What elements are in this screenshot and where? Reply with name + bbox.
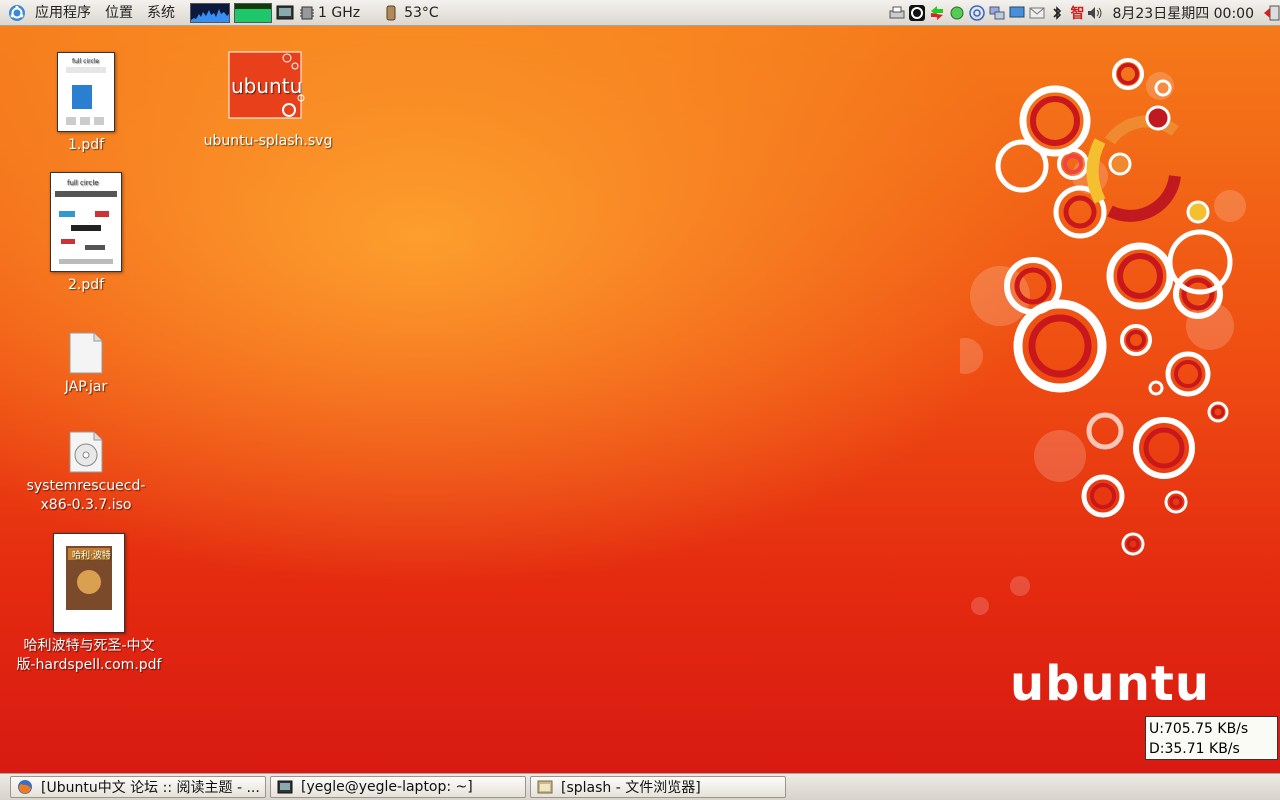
book-cover-title: 哈利·波特 [72, 549, 111, 561]
ubuntu-logo-icon[interactable] [8, 4, 26, 22]
pdf-thumbnail-icon: full circle [57, 52, 115, 132]
netspeed-widget[interactable]: U:705.75 KB/s D:35.71 KB/s [1145, 716, 1278, 760]
task-terminal[interactable]: [yegle@yegle-laptop: ~] [270, 776, 526, 798]
cpu-chip-icon [300, 6, 314, 19]
network-arrows-icon[interactable] [928, 4, 946, 22]
logout-icon[interactable] [1262, 4, 1280, 22]
taskbar: [Ubuntu中文 论坛 :: 阅读主题 - ... [yegle@yegle-… [0, 773, 1280, 800]
icon-label: 2.pdf [67, 277, 105, 293]
network-icon[interactable] [988, 4, 1006, 22]
icon-label: 哈利波特与死圣-中文版-hardspell.com.pdf [16, 638, 162, 673]
desktop-icon-ubuntu-splash[interactable]: ubuntu ubuntu-splash.svg [198, 50, 338, 151]
wifi-icon[interactable] [968, 4, 986, 22]
top-panel: 应用程序 位置 系统 1 GHz 53°C 智 8月23日星期四 00:00 [0, 0, 1280, 26]
icon-label: 1.pdf [67, 137, 105, 153]
task-label: [yegle@yegle-laptop: ~] [301, 779, 473, 795]
disc-image-icon [69, 431, 103, 473]
icon-label: JAP.jar [64, 379, 108, 395]
menu-applications[interactable]: 应用程序 [28, 0, 98, 26]
pdf-thumbnail-icon: full circle [50, 172, 122, 272]
ime-icon[interactable]: 智 [1070, 3, 1084, 23]
full-circle-masthead: full circle [72, 58, 99, 65]
task-label: [Ubuntu中文 论坛 :: 阅读主题 - ... [41, 780, 260, 796]
desktop-icon-jap-jar[interactable]: JAP.jar [16, 332, 156, 397]
icon-label: ubuntu-splash.svg [203, 133, 333, 149]
file-icon [69, 332, 103, 374]
memory-monitor-graph[interactable] [234, 2, 272, 23]
printer-icon[interactable] [888, 4, 906, 22]
pdf-thumbnail-icon: 哈利·波特 [53, 533, 125, 633]
main-menu: 应用程序 位置 系统 [0, 0, 182, 26]
wallpaper-ubuntu-logo: ubuntu [1010, 656, 1210, 712]
splash-wordmark: ubuntu [231, 74, 302, 98]
desktop[interactable]: ubuntu full circle 1.pdf ubuntu ubuntu-s… [0, 26, 1280, 773]
clock[interactable]: 8月23日星期四 00:00 [1104, 3, 1260, 23]
terminal-icon[interactable] [276, 4, 294, 22]
cpu-monitor-graph[interactable] [190, 2, 230, 23]
download-speed: D:35.71 KB/s [1149, 741, 1240, 757]
svg-thumbnail-icon: ubuntu [228, 51, 305, 119]
monitor-icon[interactable] [1008, 4, 1026, 22]
icon-label: systemrescuecd-x86-0.3.7.iso [26, 478, 146, 513]
thermometer-icon [386, 5, 396, 20]
full-circle-masthead: full circle [67, 179, 99, 187]
task-firefox[interactable]: [Ubuntu中文 论坛 :: 阅读主题 - ... [10, 776, 266, 798]
menu-system[interactable]: 系统 [140, 0, 182, 26]
menu-places[interactable]: 位置 [98, 0, 140, 26]
cpu-frequency[interactable]: 1 GHz [318, 5, 360, 21]
firefox-icon [18, 780, 32, 794]
volume-icon[interactable] [1086, 4, 1104, 22]
desktop-icon-iso[interactable]: systemrescuecd-x86-0.3.7.iso [16, 431, 156, 515]
a-icon[interactable] [908, 4, 926, 22]
green-dot-icon[interactable] [948, 4, 966, 22]
bluetooth-icon[interactable] [1048, 4, 1066, 22]
mail-icon[interactable] [1028, 4, 1046, 22]
desktop-icon-1-pdf[interactable]: full circle 1.pdf [16, 52, 156, 155]
task-label: [splash - 文件浏览器] [561, 780, 701, 796]
desktop-icon-harry-potter-pdf[interactable]: 哈利·波特 哈利波特与死圣-中文版-hardspell.com.pdf [16, 533, 162, 675]
terminal-icon [277, 780, 293, 794]
temperature-readout[interactable]: 53°C [404, 5, 439, 21]
desktop-icon-2-pdf[interactable]: full circle 2.pdf [16, 172, 156, 295]
file-browser-icon [537, 780, 553, 794]
upload-speed: U:705.75 KB/s [1149, 721, 1249, 737]
system-tray: 智 8月23日星期四 00:00 [886, 0, 1280, 26]
task-file-browser[interactable]: [splash - 文件浏览器] [530, 776, 786, 798]
